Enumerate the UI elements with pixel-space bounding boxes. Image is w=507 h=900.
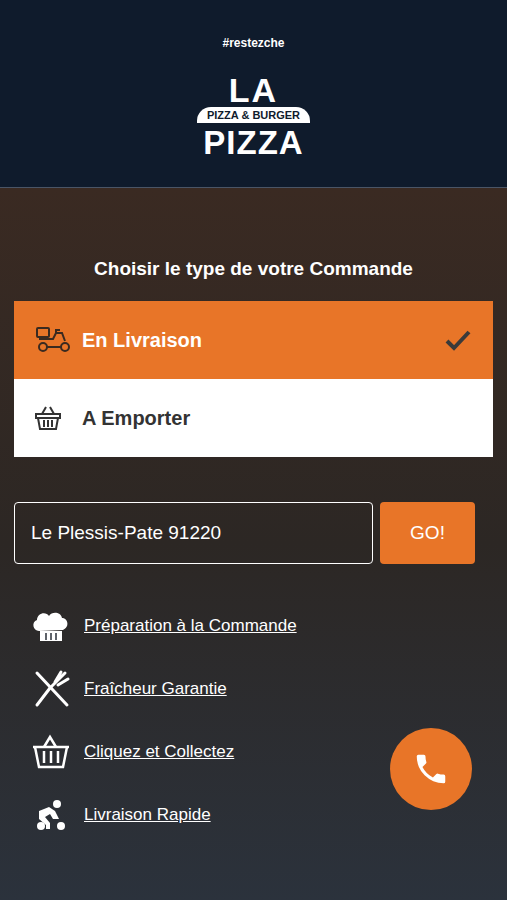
feature-link[interactable]: Préparation à la Commande bbox=[84, 613, 297, 639]
hashtag: #restezche bbox=[222, 0, 284, 51]
feature-link[interactable]: Fraîcheur Garantie bbox=[84, 676, 227, 702]
address-row: GO! bbox=[14, 502, 475, 564]
order-type-label: A Emporter bbox=[82, 403, 473, 433]
feature-link[interactable]: Livraison Rapide bbox=[84, 802, 211, 828]
chef-icon bbox=[30, 605, 72, 647]
order-type-option[interactable]: A Emporter bbox=[14, 379, 493, 457]
order-type-list: En Livraison A Emporter bbox=[14, 301, 493, 457]
takeaway-icon bbox=[34, 403, 76, 433]
go-button[interactable]: GO! bbox=[380, 502, 475, 564]
header: #restezche LA PIZZA & BURGER PIZZA bbox=[0, 0, 507, 188]
scooter-icon bbox=[30, 794, 72, 836]
logo-bottom: PIZZA bbox=[203, 127, 303, 159]
feature-link[interactable]: Cliquez et Collectez bbox=[84, 739, 234, 765]
main-panel: Choisir le type de votre Commande En Livr… bbox=[0, 188, 507, 900]
phone-icon[interactable] bbox=[390, 728, 472, 810]
logo-banner: PIZZA & BURGER bbox=[197, 107, 310, 123]
delivery-icon bbox=[34, 325, 76, 355]
basket-icon bbox=[30, 731, 72, 773]
logo-top: LA bbox=[229, 75, 278, 105]
feature-item: Fraîcheur Garantie bbox=[0, 657, 507, 720]
page-title: Choisir le type de votre Commande bbox=[0, 188, 507, 282]
cutlery-icon bbox=[30, 668, 72, 710]
address-input[interactable] bbox=[14, 502, 373, 564]
logo: LA PIZZA & BURGER PIZZA bbox=[197, 75, 310, 159]
order-type-option[interactable]: En Livraison bbox=[14, 301, 493, 379]
feature-item: Préparation à la Commande bbox=[0, 594, 507, 657]
order-type-label: En Livraison bbox=[82, 325, 439, 355]
check-icon bbox=[445, 326, 473, 354]
